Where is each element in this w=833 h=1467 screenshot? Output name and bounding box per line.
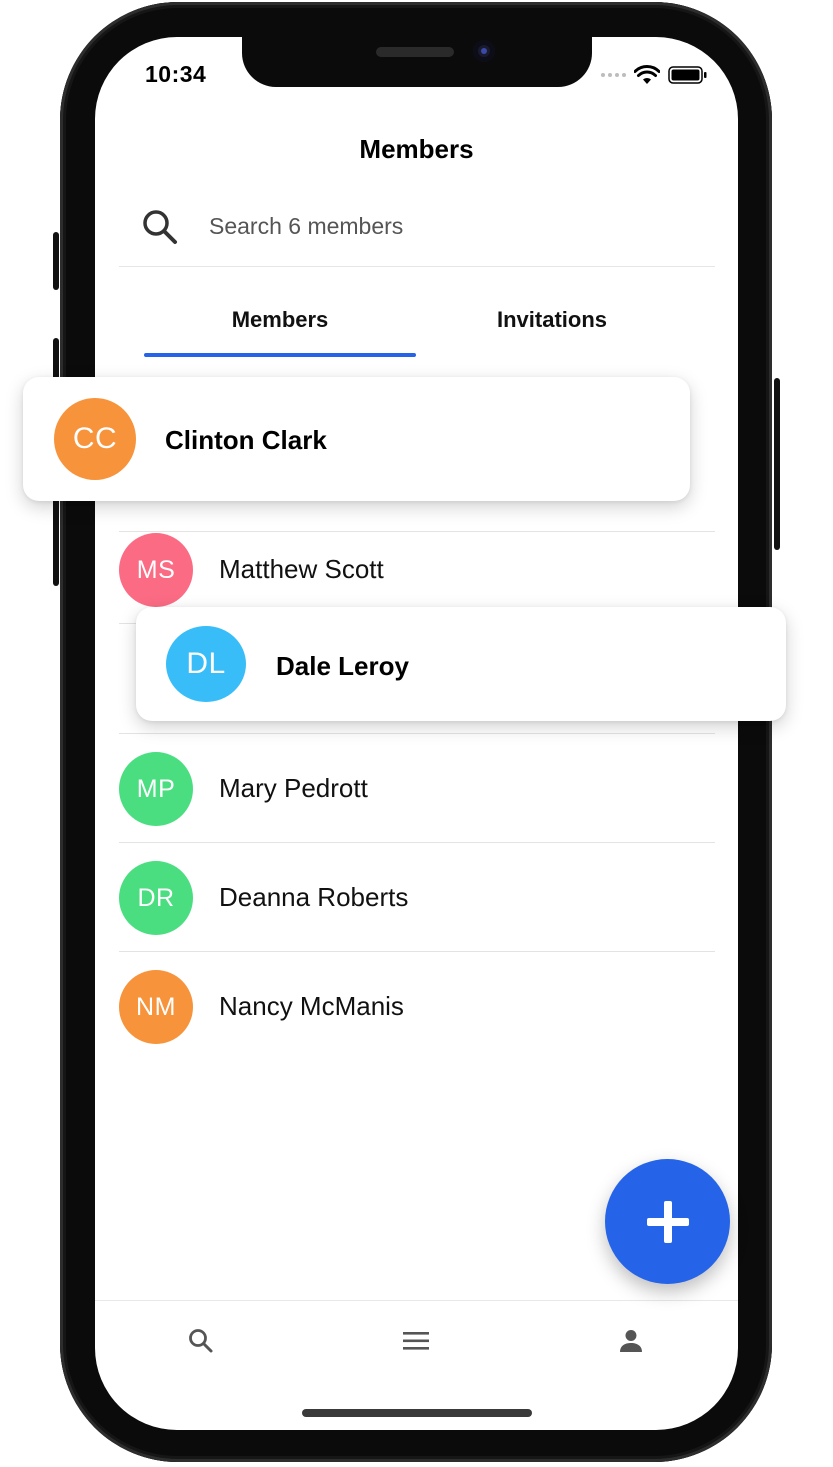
power-button: [774, 378, 780, 550]
home-indicator: [302, 1409, 532, 1417]
menu-icon: [403, 1332, 429, 1350]
divider: [119, 842, 715, 843]
list-item[interactable]: NM Nancy McManis: [119, 953, 715, 1061]
add-member-button[interactable]: [605, 1159, 730, 1284]
nav-search[interactable]: [181, 1323, 221, 1359]
tab-members[interactable]: Members: [144, 307, 416, 333]
dragging-card[interactable]: CC Clinton Clark: [23, 377, 690, 501]
status-indicators: [601, 65, 708, 85]
silent-switch: [53, 232, 59, 290]
bottom-navigation: [95, 1300, 738, 1381]
member-name: Mary Pedrott: [219, 773, 368, 803]
camera-icon: [473, 40, 495, 62]
tab-invitations[interactable]: Invitations: [416, 307, 688, 333]
avatar: NM: [119, 970, 193, 1044]
member-name: Clinton Clark: [165, 425, 327, 455]
avatar: CC: [54, 398, 136, 480]
person-icon: [620, 1330, 642, 1352]
speaker-grille: [376, 47, 454, 57]
avatar: MS: [119, 533, 193, 607]
tab-bar: Members Invitations: [144, 299, 688, 359]
search-icon: [143, 210, 177, 244]
member-name: Nancy McManis: [219, 991, 404, 1021]
avatar: DL: [166, 626, 246, 702]
avatar: DR: [119, 861, 193, 935]
nav-menu[interactable]: [396, 1323, 436, 1359]
divider: [119, 951, 715, 952]
list-item[interactable]: MP Mary Pedrott: [119, 735, 715, 843]
status-time: 10:34: [145, 61, 207, 87]
search-bar[interactable]: [119, 192, 715, 267]
volume-down-button: [53, 486, 59, 586]
nav-profile[interactable]: [611, 1323, 651, 1359]
list-item[interactable]: DR Deanna Roberts: [119, 844, 715, 952]
member-name: Matthew Scott: [219, 554, 384, 584]
active-tab-indicator: [144, 353, 416, 357]
dragging-card[interactable]: DL Dale Leroy: [136, 607, 786, 721]
search-input[interactable]: [209, 209, 689, 243]
divider: [119, 733, 715, 734]
search-icon: [189, 1329, 213, 1353]
plus-icon: [646, 1200, 689, 1243]
wifi-icon: [634, 65, 660, 84]
page-title: Members: [359, 134, 474, 164]
signal-icon: [601, 73, 626, 77]
member-name: Deanna Roberts: [219, 882, 409, 912]
member-name: Dale Leroy: [276, 651, 409, 681]
battery-icon: [668, 66, 707, 84]
avatar: MP: [119, 752, 193, 826]
notch: [242, 37, 592, 87]
